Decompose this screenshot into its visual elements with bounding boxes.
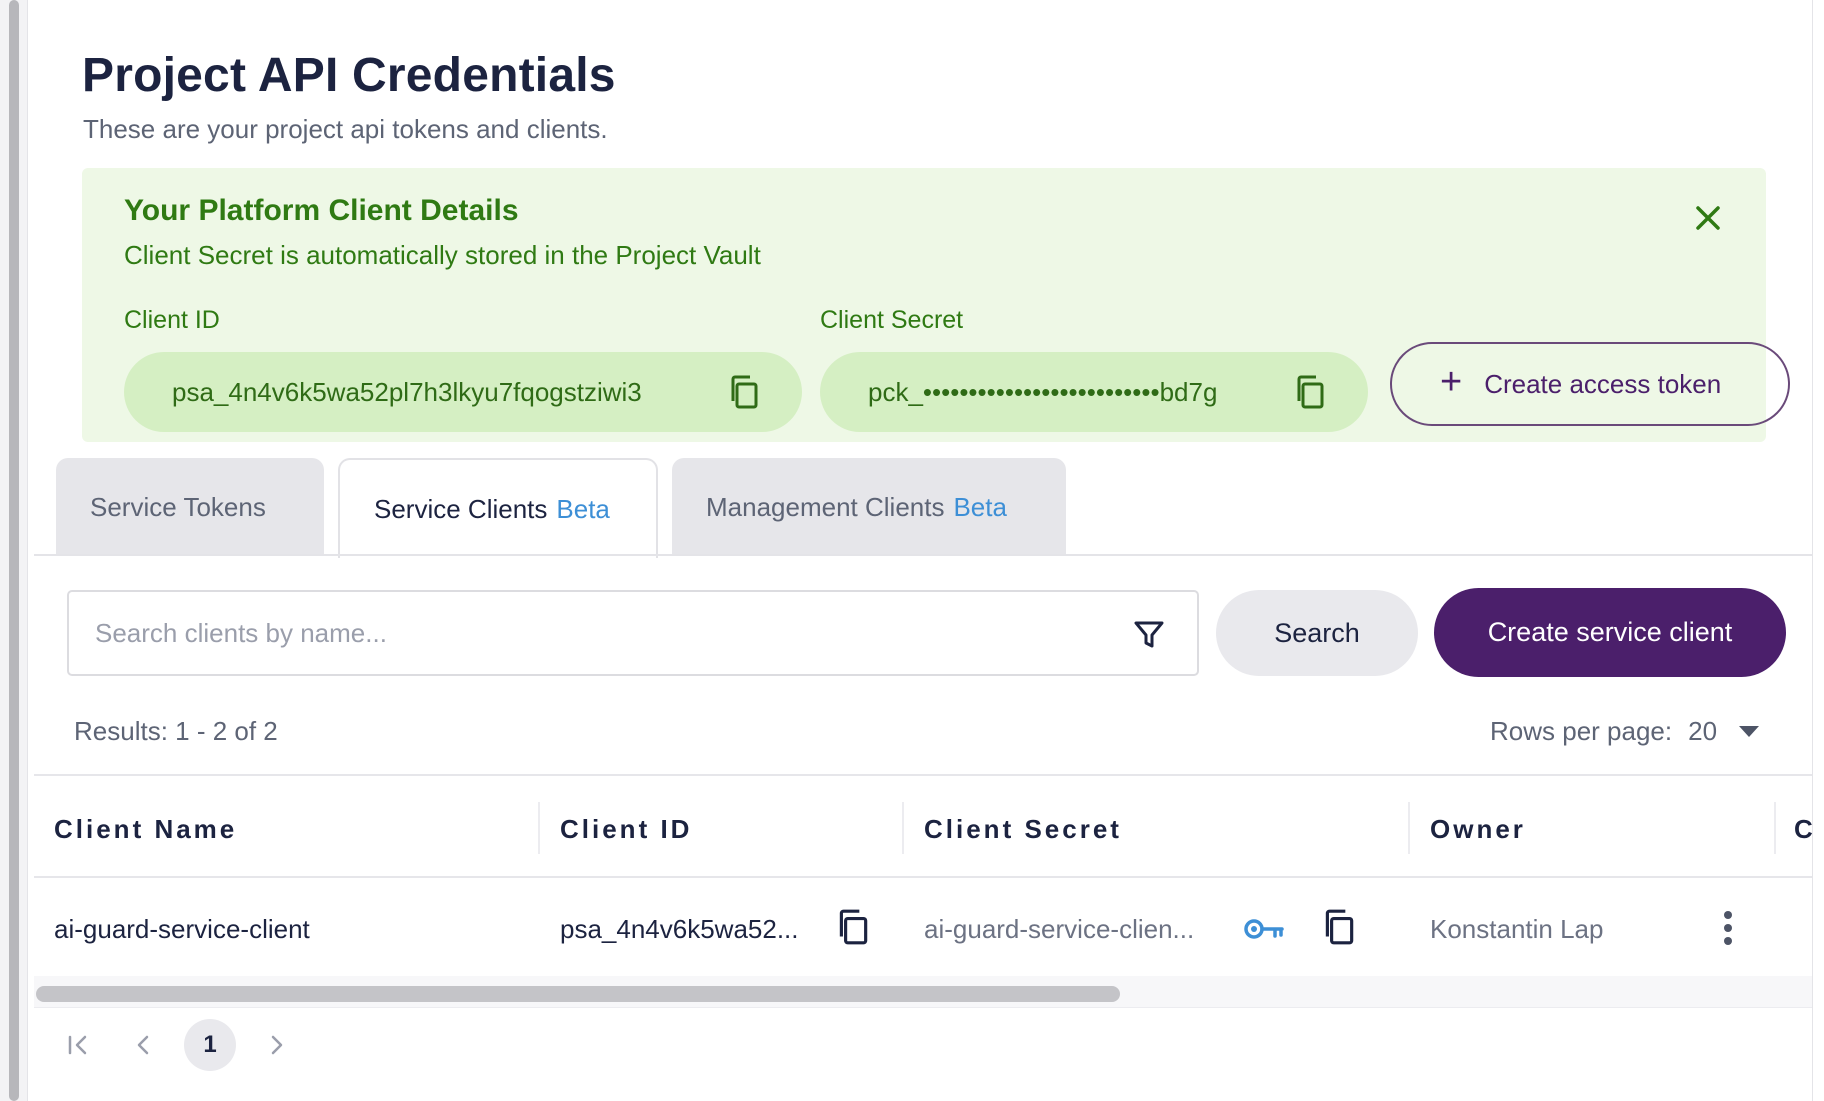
more-vertical-icon[interactable] xyxy=(1716,908,1740,948)
search-input[interactable] xyxy=(95,617,1115,649)
horizontal-scrollbar[interactable] xyxy=(34,976,1812,1008)
create-service-client-button[interactable]: Create service client xyxy=(1434,588,1786,677)
filter-icon[interactable] xyxy=(1131,616,1167,652)
column-divider xyxy=(902,802,904,854)
key-icon[interactable] xyxy=(1242,912,1286,950)
plus-icon: + xyxy=(1440,361,1463,403)
create-access-token-label: Create access token xyxy=(1484,368,1722,399)
client-id-label: Client ID xyxy=(124,306,220,334)
copy-icon[interactable] xyxy=(726,374,762,410)
client-id-pill: psa_4n4v6k5wa52pl7h3lkyu7fqogstziwi3 xyxy=(124,352,802,432)
results-summary: Results: 1 - 2 of 2 xyxy=(74,716,278,746)
pagination: 1 xyxy=(52,1018,302,1072)
horizontal-scrollbar-thumb[interactable] xyxy=(36,986,1120,1002)
banner-subtitle: Client Secret is automatically stored in… xyxy=(124,240,761,270)
copy-icon[interactable] xyxy=(1292,374,1328,410)
right-edge-divider xyxy=(1812,0,1813,1101)
copy-icon[interactable] xyxy=(1320,908,1358,946)
client-details-banner: Your Platform Client Details Client Secr… xyxy=(82,168,1790,442)
table-row[interactable]: ai-guard-service-client psa_4n4v6k5wa52.… xyxy=(34,878,1812,980)
tab-label: Management Clients xyxy=(706,491,945,522)
beta-badge: Beta xyxy=(953,491,1007,522)
cell-client-name[interactable]: ai-guard-service-client xyxy=(54,914,310,945)
column-header-client-name[interactable]: Client Name xyxy=(54,814,237,845)
column-header-owner[interactable]: Owner xyxy=(1430,814,1526,845)
first-page-icon[interactable] xyxy=(52,1019,104,1071)
search-box xyxy=(67,590,1199,676)
client-secret-value: pck_••••••••••••••••••••••••••bd7g xyxy=(868,376,1218,407)
search-button[interactable]: Search xyxy=(1216,590,1418,676)
left-scrollbar[interactable] xyxy=(0,0,28,1101)
tab-label: Service Clients xyxy=(374,493,548,524)
column-header-created[interactable]: Cr xyxy=(1794,814,1812,845)
column-divider xyxy=(1774,802,1776,854)
copy-icon[interactable] xyxy=(834,908,872,946)
create-access-token-button[interactable]: + Create access token xyxy=(1390,342,1790,426)
page-title: Project API Credentials xyxy=(82,49,616,102)
next-page-icon[interactable] xyxy=(250,1019,302,1071)
client-secret-pill: pck_••••••••••••••••••••••••••bd7g xyxy=(820,352,1368,432)
column-divider xyxy=(1408,802,1410,854)
prev-page-icon[interactable] xyxy=(118,1019,170,1071)
tab-label: Service Tokens xyxy=(90,491,266,522)
page-content: Project API Credentials These are your p… xyxy=(34,0,1812,1101)
table-header: Client Name Client ID Client Secret Owne… xyxy=(34,774,1812,878)
rows-per-page-value: 20 xyxy=(1688,716,1718,746)
tabs-divider xyxy=(34,554,1812,556)
cell-client-id: psa_4n4v6k5wa52... xyxy=(560,914,799,944)
cell-client-secret: ai-guard-service-clien... xyxy=(924,914,1195,944)
left-scrollbar-thumb[interactable] xyxy=(9,0,19,1101)
chevron-down-icon xyxy=(1739,726,1760,737)
rows-per-page-label: Rows per page: xyxy=(1490,716,1673,746)
tab-service-clients[interactable]: Service Clients Beta xyxy=(338,458,658,558)
close-icon[interactable] xyxy=(1688,198,1728,238)
banner-title: Your Platform Client Details xyxy=(124,194,519,227)
page-number-button[interactable]: 1 xyxy=(184,1019,236,1071)
tab-service-tokens[interactable]: Service Tokens xyxy=(56,458,324,556)
tab-management-clients[interactable]: Management Clients Beta xyxy=(672,458,1066,556)
beta-badge: Beta xyxy=(556,493,610,524)
column-header-client-id[interactable]: Client ID xyxy=(560,814,692,845)
rows-per-page-select[interactable]: Rows per page: 20 xyxy=(1490,716,1760,747)
client-id-value: psa_4n4v6k5wa52pl7h3lkyu7fqogstziwi3 xyxy=(172,376,642,407)
page-subtitle: These are your project api tokens and cl… xyxy=(83,114,608,144)
cell-owner: Konstantin Lap xyxy=(1430,914,1604,944)
column-header-client-secret[interactable]: Client Secret xyxy=(924,814,1122,845)
column-divider xyxy=(538,802,540,854)
client-secret-label: Client Secret xyxy=(820,306,964,334)
